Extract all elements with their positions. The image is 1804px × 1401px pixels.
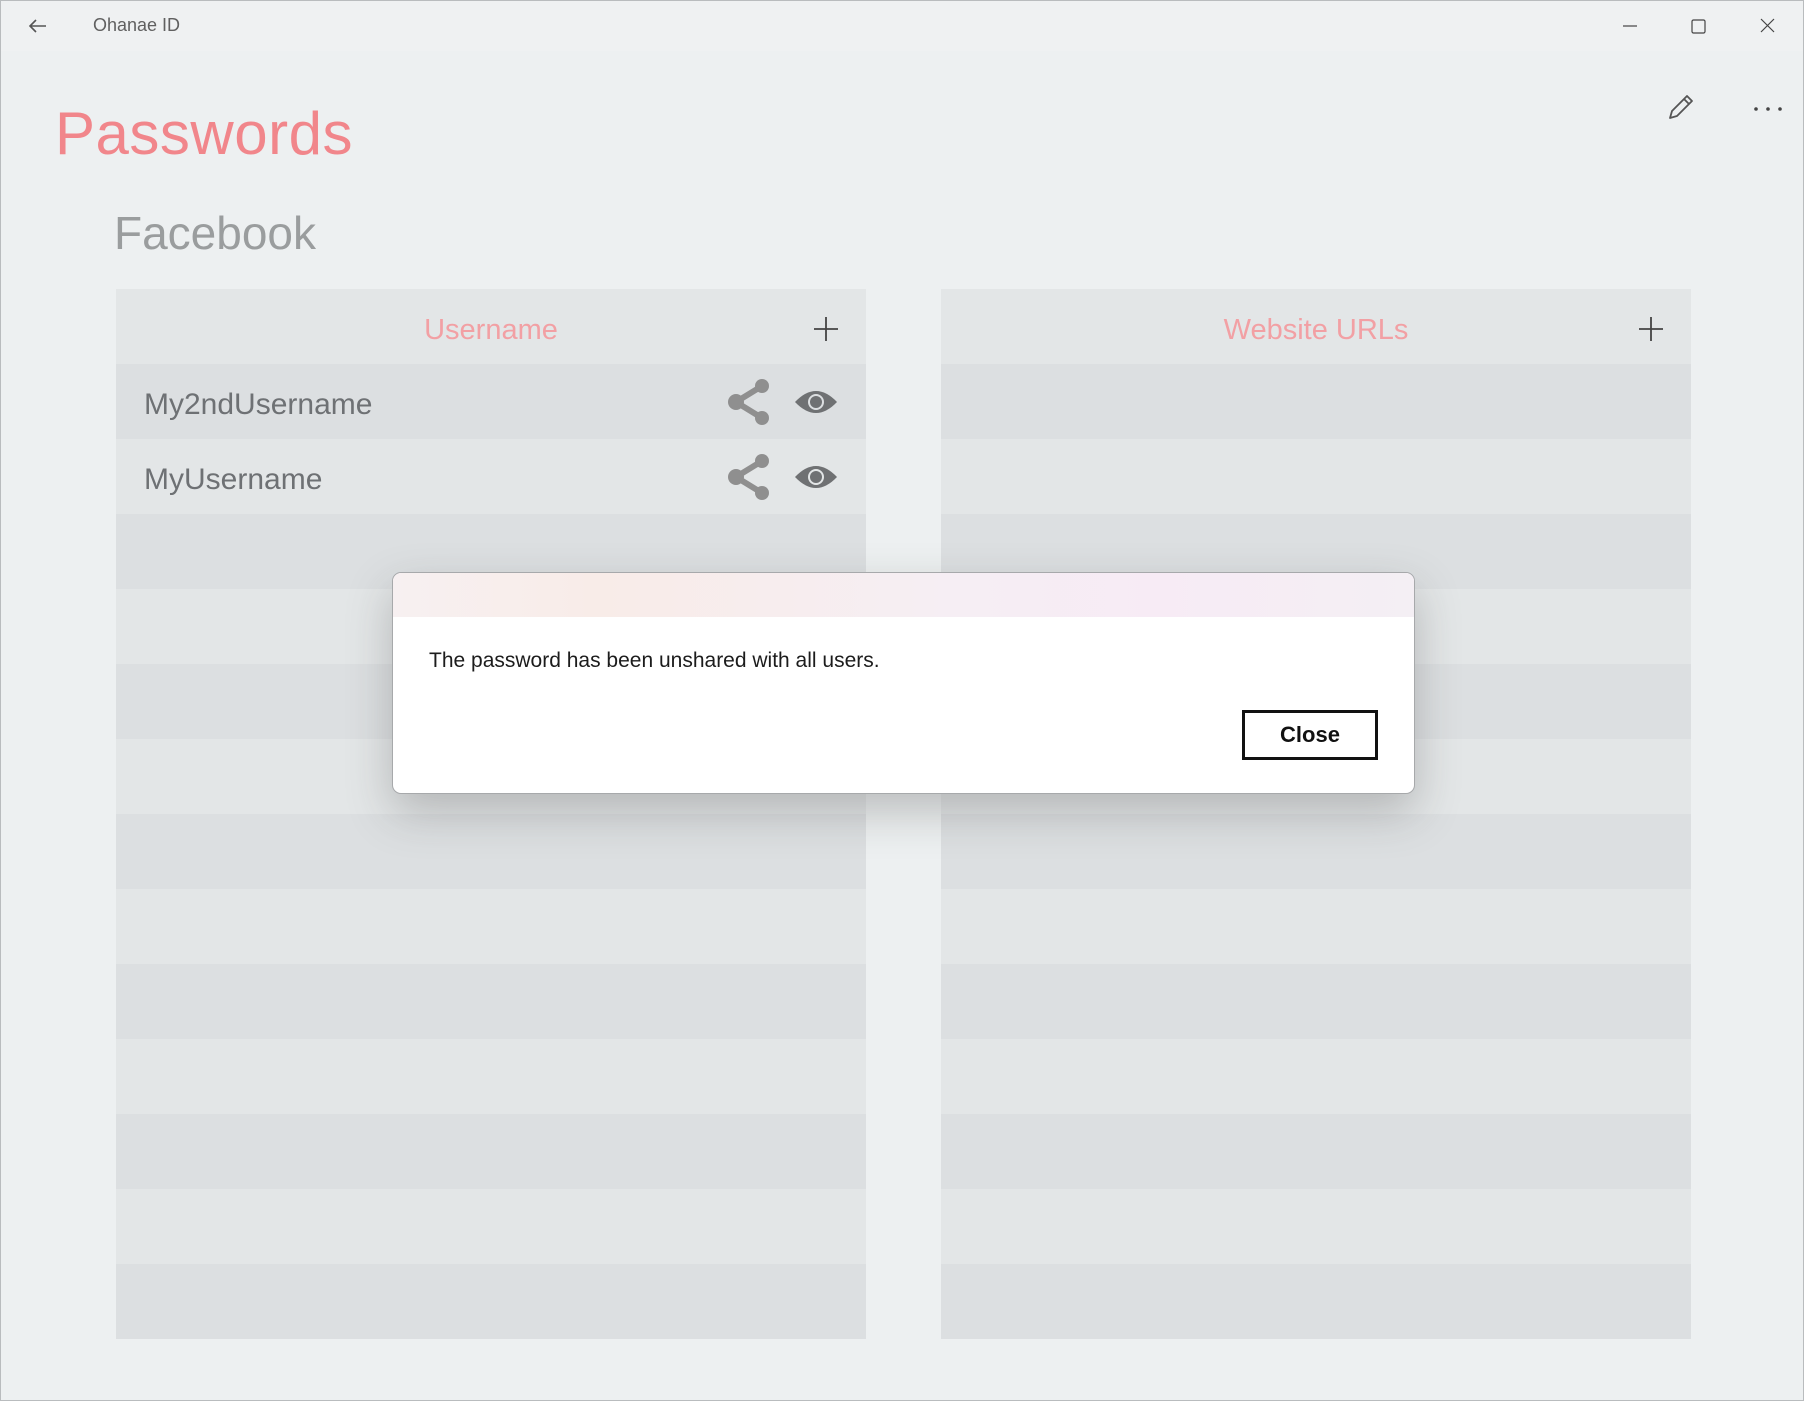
modal-overlay: The password has been unshared with all …	[1, 1, 1803, 1400]
app-window: Ohanae ID Passwords Facebook Username My…	[0, 0, 1804, 1401]
message-dialog: The password has been unshared with all …	[392, 572, 1415, 794]
dialog-message: The password has been unshared with all …	[429, 649, 880, 672]
close-button[interactable]: Close	[1242, 710, 1378, 760]
dialog-header	[393, 573, 1414, 617]
